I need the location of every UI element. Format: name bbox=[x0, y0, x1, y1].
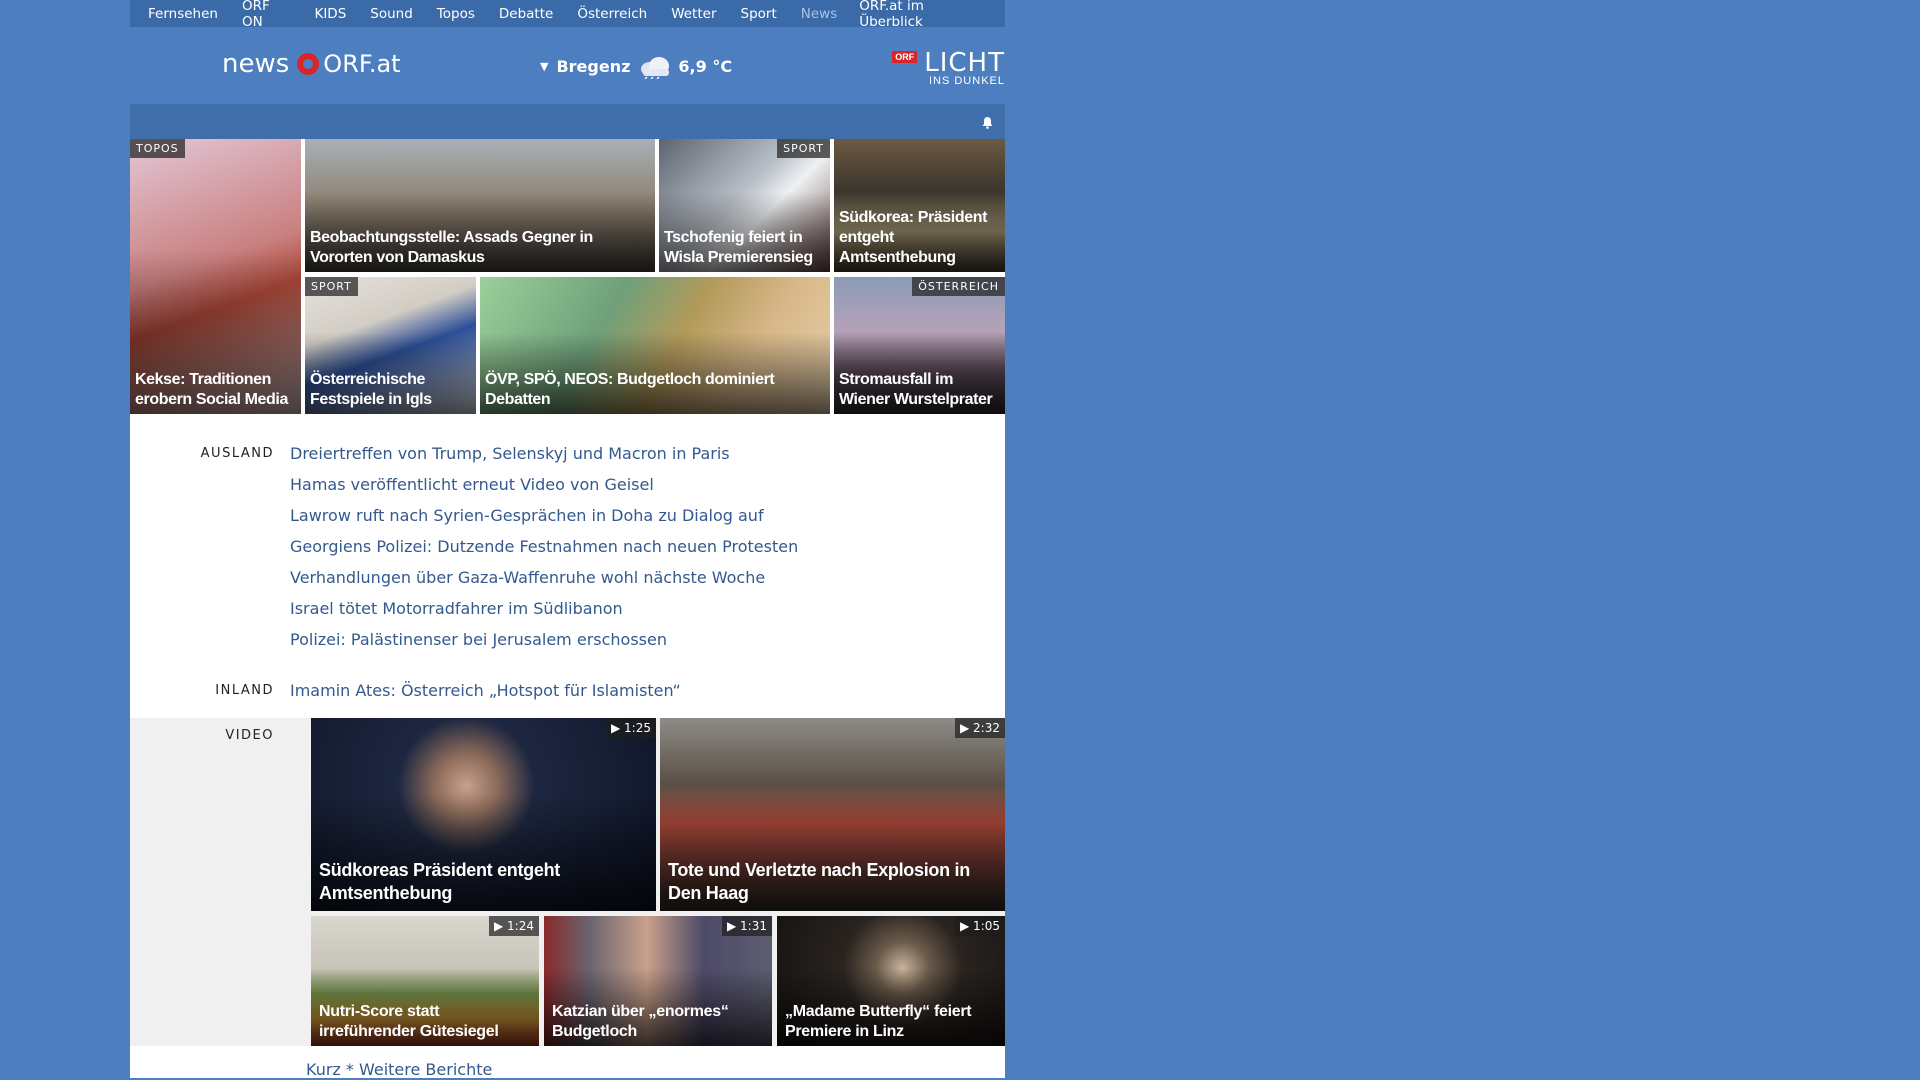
bell-icon[interactable] bbox=[981, 116, 993, 129]
tile-tag: TOPOS bbox=[130, 139, 185, 158]
tile-budgetloch[interactable]: ÖVP, SPÖ, NEOS: Budgetloch dominiert Deb… bbox=[480, 277, 830, 414]
nav-fernsehen[interactable]: Fernsehen bbox=[148, 6, 218, 22]
duration-text: 1:25 bbox=[624, 721, 651, 735]
video-tile-nutri-score[interactable]: ▶ 1:24 Nutri-Score statt irreführender G… bbox=[311, 916, 539, 1046]
duration-text: 1:31 bbox=[740, 919, 767, 933]
article-link[interactable]: Georgiens Polizei: Dutzende Festnahmen n… bbox=[290, 531, 1005, 562]
site-header: news ORF.at ▼ Bregenz 6,9 °C ORF LICHT I… bbox=[130, 27, 1005, 104]
tile-suedkorea[interactable]: Südkorea: Präsident entgeht Amtsenthebun… bbox=[834, 139, 1005, 272]
nav-oesterreich[interactable]: Österreich bbox=[577, 6, 647, 22]
nav-sport[interactable]: Sport bbox=[741, 6, 777, 22]
more-reports-link[interactable]: Kurz * Weitere Berichte bbox=[306, 1060, 492, 1079]
nav-topos[interactable]: Topos bbox=[437, 6, 475, 22]
video-caption: Südkoreas Präsident entgeht Amtsenthebun… bbox=[319, 860, 560, 903]
duration-text: 2:32 bbox=[973, 721, 1000, 735]
duration-text: 1:24 bbox=[507, 919, 534, 933]
tile-tag: ÖSTERREICH bbox=[912, 277, 1005, 296]
article-link[interactable]: Imamin Ates: Österreich „Hotspot für Isl… bbox=[290, 675, 1005, 706]
video-duration: ▶ 1:24 bbox=[489, 916, 539, 936]
cloud-icon bbox=[638, 55, 672, 80]
tile-wurstelprater[interactable]: ÖSTERREICH Stromausfall im Wiener Wurste… bbox=[834, 277, 1005, 414]
licht-subtitle: INS DUNKEL bbox=[928, 75, 1005, 87]
tile-tag: SPORT bbox=[777, 139, 830, 158]
news-orf-logo[interactable]: news ORF.at bbox=[222, 49, 401, 79]
orf-badge: ORF bbox=[892, 51, 918, 63]
nav-debatte[interactable]: Debatte bbox=[499, 6, 553, 22]
notification-bar bbox=[130, 104, 1005, 139]
section-inland: INLAND Imamin Ates: Österreich „Hotspot … bbox=[130, 675, 1005, 718]
ausland-links: Dreiertreffen von Trump, Selenskyj und M… bbox=[290, 438, 1005, 655]
tile-caption: Südkorea: Präsident entgeht Amtsenthebun… bbox=[839, 209, 988, 266]
weather-widget[interactable]: ▼ Bregenz 6,9 °C bbox=[540, 55, 733, 80]
tile-caption: Stromausfall im Wiener Wurstelprater bbox=[839, 371, 993, 408]
tile-igls[interactable]: SPORT Österreichische Festspiele in Igls bbox=[305, 277, 476, 414]
video-caption: Katzian über „enormes“ Budgetloch bbox=[552, 1003, 729, 1040]
tile-caption: Beobachtungsstelle: Assads Gegner in Vor… bbox=[310, 229, 593, 266]
inland-links: Imamin Ates: Österreich „Hotspot für Isl… bbox=[290, 675, 1005, 706]
top-navigation: Fernsehen ORF ON KIDS Sound Topos Debatt… bbox=[130, 0, 1005, 30]
video-tile-katzian[interactable]: ▶ 1:31 Katzian über „enormes“ Budgetloch bbox=[544, 916, 772, 1046]
tile-damaskus[interactable]: Beobachtungsstelle: Assads Gegner in Vor… bbox=[305, 139, 655, 272]
tile-tag: SPORT bbox=[305, 277, 358, 296]
video-caption: „Madame Butterfly“ feiert Premiere in Li… bbox=[785, 1003, 972, 1040]
video-caption: Tote und Verletzte nach Explosion in Den… bbox=[668, 860, 970, 903]
nav-wetter[interactable]: Wetter bbox=[671, 6, 716, 22]
licht-title: LICHT bbox=[924, 48, 1005, 78]
nav-overview[interactable]: ORF.at im Überblick bbox=[859, 0, 981, 30]
tile-tschofenig[interactable]: SPORT Tschofenig feiert in Wisla Premier… bbox=[659, 139, 830, 272]
article-link[interactable]: Polizei: Palästinenser bei Jerusalem ers… bbox=[290, 624, 1005, 655]
nav-sound[interactable]: Sound bbox=[370, 6, 413, 22]
photo-grid: TOPOS Kekse: Traditionen erobern Social … bbox=[130, 139, 1005, 414]
video-section: VIDEO ▶ 1:25 Südkoreas Präsident entgeht… bbox=[130, 718, 1005, 1046]
more-reports: Kurz * Weitere Berichte bbox=[130, 1046, 1005, 1079]
nav-orf-on[interactable]: ORF ON bbox=[242, 0, 291, 30]
video-duration: ▶ 1:25 bbox=[606, 718, 656, 738]
tile-kekse[interactable]: TOPOS Kekse: Traditionen erobern Social … bbox=[130, 139, 301, 414]
tile-caption: Österreichische Festspiele in Igls bbox=[310, 371, 432, 408]
nav-kids[interactable]: KIDS bbox=[314, 6, 346, 22]
tile-caption: ÖVP, SPÖ, NEOS: Budgetloch dominiert Deb… bbox=[485, 371, 775, 408]
section-label-inland: INLAND bbox=[215, 683, 274, 698]
article-link[interactable]: Verhandlungen über Gaza-Waffenruhe wohl … bbox=[290, 562, 1005, 593]
video-duration: ▶ 2:32 bbox=[955, 718, 1005, 738]
orf-ring-icon bbox=[297, 53, 320, 75]
licht-ins-dunkel-logo[interactable]: ORF LICHT INS DUNKEL bbox=[892, 48, 1005, 87]
section-label-video: VIDEO bbox=[225, 728, 274, 743]
weather-location: Bregenz bbox=[556, 56, 631, 76]
section-ausland: AUSLAND Dreiertreffen von Trump, Selensk… bbox=[130, 438, 1005, 655]
duration-text: 1:05 bbox=[973, 919, 1000, 933]
video-tile-suedkorea[interactable]: ▶ 1:25 Südkoreas Präsident entgeht Amtse… bbox=[311, 718, 656, 911]
content-area: AUSLAND Dreiertreffen von Trump, Selensk… bbox=[130, 414, 1005, 1079]
video-tile-den-haag[interactable]: ▶ 2:32 Tote und Verletzte nach Explosion… bbox=[660, 718, 1005, 911]
article-link[interactable]: Hamas veröffentlicht erneut Video von Ge… bbox=[290, 469, 1005, 500]
video-tile-madame-butterfly[interactable]: ▶ 1:05 „Madame Butterfly“ feiert Premier… bbox=[777, 916, 1005, 1046]
weather-temperature: 6,9 °C bbox=[678, 56, 733, 76]
video-duration: ▶ 1:05 bbox=[955, 916, 1005, 936]
page: Fernsehen ORF ON KIDS Sound Topos Debatt… bbox=[130, 0, 1005, 1080]
section-label-ausland: AUSLAND bbox=[200, 446, 274, 461]
logo-news-text: news bbox=[222, 49, 290, 79]
article-link[interactable]: Lawrow ruft nach Syrien-Gesprächen in Do… bbox=[290, 500, 1005, 531]
dropdown-triangle-icon: ▼ bbox=[540, 59, 549, 73]
nav-news[interactable]: News bbox=[801, 6, 837, 22]
tile-caption: Tschofenig feiert in Wisla Premierensieg bbox=[664, 229, 813, 266]
video-caption: Nutri-Score statt irreführender Gütesieg… bbox=[319, 1003, 499, 1040]
article-link[interactable]: Dreiertreffen von Trump, Selenskyj und M… bbox=[290, 438, 1005, 469]
tile-caption: Kekse: Traditionen erobern Social Media bbox=[135, 371, 288, 408]
article-link[interactable]: Israel tötet Motorradfahrer im Südlibano… bbox=[290, 593, 1005, 624]
video-duration: ▶ 1:31 bbox=[722, 916, 772, 936]
logo-orf-text: ORF.at bbox=[323, 50, 401, 78]
